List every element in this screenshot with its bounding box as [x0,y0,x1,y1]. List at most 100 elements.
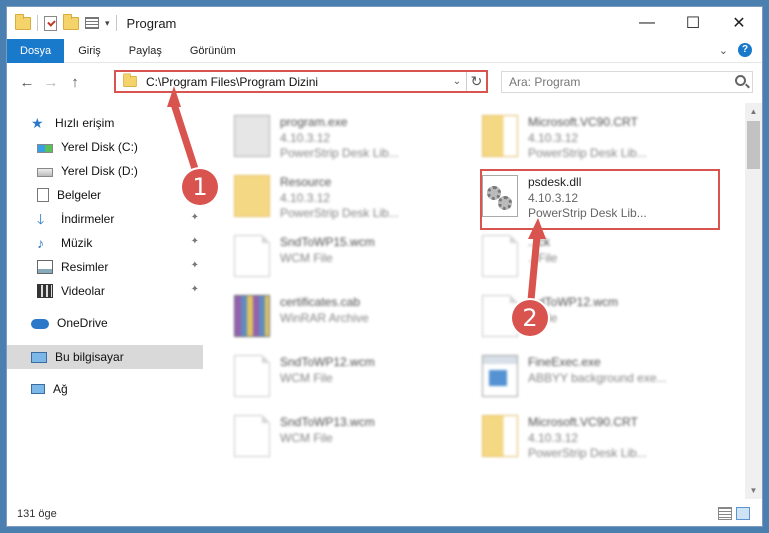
this-pc-icon [31,351,47,363]
sidebar-item-music[interactable]: ♪ Müzik ✦ [7,231,203,255]
help-icon[interactable]: ? [738,43,752,57]
forward-button[interactable]: → [39,74,63,91]
properties-icon[interactable] [85,17,99,29]
address-history-dropdown[interactable]: ⌄ [448,76,466,87]
large-icons-view-icon[interactable] [736,507,750,520]
navigation-pane: ★ Hızlı erişim Yerel Disk (C:) Yerel Dis… [7,103,203,499]
vertical-scrollbar[interactable]: ▲ ▼ [745,103,762,499]
sidebar-item-local-disk-d[interactable]: Yerel Disk (D:) [7,159,203,183]
file-name: SndToWP13.wcm [280,415,375,429]
tab-file[interactable]: Dosya [7,38,65,63]
file-tile[interactable]: Microsoft.VC90.CRT 4.10.3.12 PowerStrip … [452,109,702,161]
file-name: Resource [280,175,332,189]
step-2-badge: 2 [512,300,548,336]
file-tile[interactable]: FineExec.exe ABBYY background exe... [452,349,702,401]
sidebar-item-pictures[interactable]: Resimler ✦ [7,255,203,279]
file-description: PowerStrip Desk Lib... [280,206,399,220]
scroll-up-icon[interactable]: ▲ [745,103,762,120]
file-description: PowerStrip Desk Lib... [280,146,399,160]
sidebar-item-label: İndirmeler [61,212,115,226]
highlight-box [480,169,720,230]
star-icon: ★ [31,115,44,131]
file-tile[interactable]: SndToWP12.wcm WCM File [204,349,454,401]
file-type: WinRAR Archive [280,311,369,325]
file-tile[interactable]: Resource 4.10.3.12 PowerStrip Desk Lib..… [204,169,454,221]
sidebar-item-this-pc[interactable]: Bu bilgisayar [7,345,203,369]
sidebar-item-label: Belgeler [57,188,102,202]
file-description: PowerStrip Desk Lib... [528,146,647,160]
minimize-button[interactable]: — [624,7,670,39]
tab-share[interactable]: Paylaş [115,39,176,63]
network-icon [31,384,45,394]
sidebar-item-quick-access[interactable]: ★ Hızlı erişim [7,111,203,135]
maximize-button[interactable]: ☐ [670,7,716,39]
file-tile[interactable]: SndToWP13.wcm WCM File [204,409,454,461]
file-type: ...File [528,251,558,265]
file-tile[interactable]: certificates.cab WinRAR Archive [204,289,454,341]
properties-check-icon[interactable] [44,15,57,31]
sidebar-item-label: Resimler [61,260,109,274]
item-count: 131 öge [17,508,57,520]
sidebar-item-downloads[interactable]: 🡓 İndirmeler ✦ [7,207,203,231]
back-button[interactable]: ← [15,74,39,91]
file-tile[interactable]: ...ck ...File [452,229,702,281]
file-type: WCM File [280,251,333,265]
file-name: Microsoft.VC90.CRT [528,415,638,429]
close-button[interactable]: ✕ [716,7,762,39]
application-icon [482,355,518,397]
sidebar-item-network[interactable]: Ağ [7,377,203,401]
title-bar: ▾ Program — ☐ ✕ [7,7,762,39]
file-type: WCM File [280,371,333,385]
window-controls: — ☐ ✕ [624,7,762,39]
refresh-button[interactable]: ↻ [466,72,486,91]
file-icon [234,355,270,397]
search-input[interactable]: Ara: Program [501,71,753,93]
address-path[interactable]: C:\Program Files\Program Dizini [146,75,448,89]
exe-icon [234,115,270,157]
videos-icon [37,284,53,298]
file-tile[interactable]: Microsoft.VC90.CRT 4.10.3.12 PowerStrip … [452,409,702,461]
sidebar-item-documents[interactable]: Belgeler [7,183,203,207]
details-view-icon[interactable] [718,507,732,520]
expand-ribbon-icon[interactable]: ⌄ [719,44,728,57]
file-name: ...ck [528,235,551,249]
folder-icon [482,115,518,157]
up-button[interactable]: ↑ [63,74,87,91]
file-tile[interactable]: ...dToWP12.wcm ...File [452,289,702,341]
file-icon [234,415,270,457]
sidebar-item-videos[interactable]: Videolar ✦ [7,279,203,303]
folder-icon [234,175,270,217]
tab-home[interactable]: Giriş [64,39,115,63]
sidebar-item-onedrive[interactable]: OneDrive [7,311,203,335]
pin-icon[interactable]: ✦ [191,236,199,247]
file-tile[interactable]: SndToWP15.wcm WCM File [204,229,454,281]
address-bar[interactable]: C:\Program Files\Program Dizini ⌄ ↻ [114,70,488,93]
sidebar-item-label: Yerel Disk (D:) [61,164,138,178]
file-name: FineExec.exe [528,355,601,369]
navigation-bar: ← → ↑ C:\Program Files\Program Dizini ⌄ … [7,67,762,97]
file-version: 4.10.3.12 [528,431,579,445]
file-name: Microsoft.VC90.CRT [528,115,638,129]
file-description: PowerStrip Desk Lib... [528,446,647,460]
window-title: Program [126,15,177,31]
sidebar-item-label: Hızlı erişim [55,116,115,130]
pin-icon[interactable]: ✦ [191,212,199,223]
new-folder-icon[interactable] [63,13,79,30]
tab-view[interactable]: Görünüm [176,39,250,63]
scroll-thumb[interactable] [747,121,760,169]
file-tile[interactable]: program.exe 4.10.3.12 PowerStrip Desk Li… [204,109,454,161]
downloads-icon: 🡓 [37,211,45,227]
file-type: ABBYY background exe... [528,371,667,385]
divider [37,15,38,31]
sidebar-item-label: Müzik [61,236,93,250]
file-name: SndToWP15.wcm [280,235,375,249]
customize-dropdown-icon[interactable]: ▾ [105,18,110,29]
sidebar-item-local-disk-c[interactable]: Yerel Disk (C:) [7,135,203,159]
step-1-badge: 1 [182,169,218,205]
file-icon [234,235,270,277]
quick-access-toolbar: ▾ [7,13,117,31]
pin-icon[interactable]: ✦ [191,284,199,295]
scroll-down-icon[interactable]: ▼ [745,482,762,499]
status-bar: 131 öge [7,501,762,526]
pin-icon[interactable]: ✦ [191,260,199,271]
